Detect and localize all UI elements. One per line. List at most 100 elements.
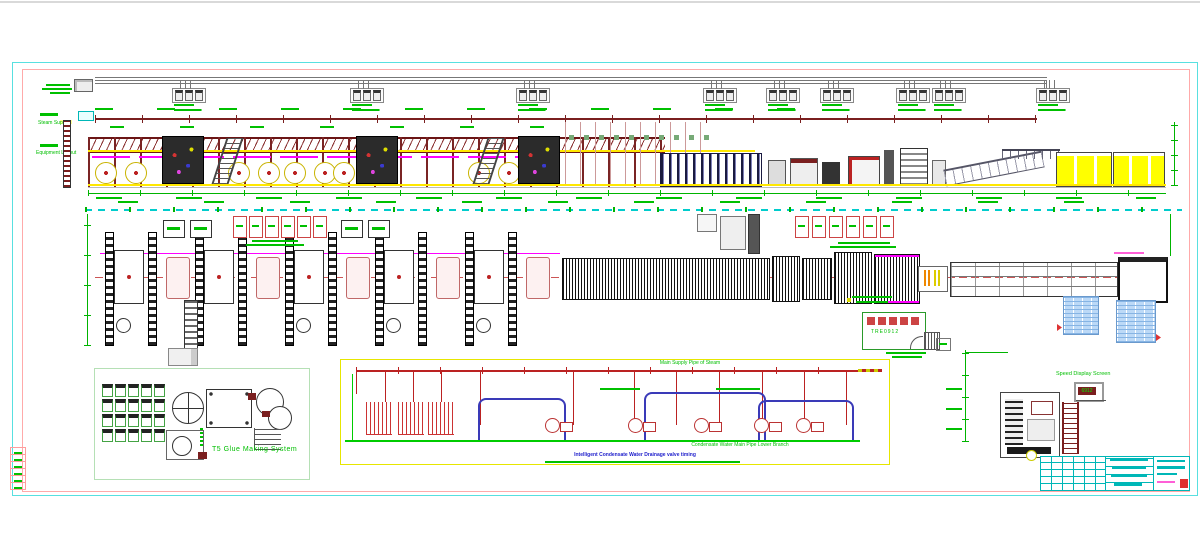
pump-box (560, 422, 573, 432)
control-room-code: TRE0912 (871, 330, 899, 336)
forklift (168, 348, 198, 366)
floor-opening (476, 318, 491, 333)
knife-section (918, 266, 948, 292)
steam-valve-cluster (703, 88, 737, 103)
wall-column (63, 120, 71, 188)
conveyor-end-box (1118, 257, 1168, 303)
stacker-unit (1113, 152, 1165, 187)
machine-block (772, 256, 800, 302)
annotation-greek-band (110, 126, 560, 128)
green-riser (352, 374, 353, 440)
roll-stand-rail (508, 232, 517, 346)
overhead-pipe-bundle (95, 77, 1047, 85)
plan-equipment (720, 216, 746, 250)
speed-screen: 6912 (1074, 382, 1104, 402)
roll-stand-frame (294, 250, 324, 304)
dry-end-machine (848, 156, 880, 186)
glue-system-title: T5 Glue Making System (212, 446, 297, 454)
plan-left-dim-ticks (84, 214, 91, 346)
speed-screen-label: Speed Display Screen (1056, 371, 1110, 377)
roll-stand-frame (114, 250, 144, 304)
roll-stand-rail (328, 232, 337, 346)
mill-roll-stand (228, 162, 280, 186)
takeoff-conveyor (950, 262, 1118, 297)
console-row (867, 317, 921, 325)
steam-valve-cluster (172, 88, 206, 103)
roll-stand-frame (474, 250, 504, 304)
window-top-divider (0, 1, 1200, 3)
roll-buffer (1026, 450, 1037, 461)
title-block-right (1153, 457, 1190, 490)
steam-valve-cluster (516, 88, 550, 103)
radiator-unit (366, 402, 392, 435)
floor-opening (116, 318, 131, 333)
double-backer-elevation (660, 153, 762, 187)
control-cabinet (206, 389, 252, 428)
single-facer-machine (162, 136, 204, 184)
dim-line-horizontal (966, 352, 1008, 353)
glue-feed-column (184, 300, 198, 352)
title-block-rows (1105, 457, 1154, 490)
plan-equipment (748, 214, 760, 254)
dry-end-machine (768, 160, 786, 186)
steam-branch (385, 371, 386, 402)
roll-stand-rail (418, 232, 427, 346)
screen-ladder (1062, 402, 1079, 454)
pump-box (643, 422, 656, 432)
roll-stand-rail (238, 232, 247, 346)
tank-motor (262, 411, 270, 417)
pump (198, 452, 207, 459)
machine-block (802, 258, 832, 300)
pump-box (811, 422, 824, 432)
small-plan-box (936, 338, 951, 351)
steam-main-ticks (356, 367, 860, 374)
speed-screen-panel: 6912 (1078, 387, 1096, 395)
steam-valve-cluster (896, 88, 930, 103)
equipment-tag-box (163, 220, 185, 238)
roll-stand-frame (204, 250, 234, 304)
roll-stand-rail (105, 232, 114, 346)
machine-box (1027, 419, 1055, 441)
dimension-ticks (88, 190, 1166, 196)
steam-main-title: Main Supply Pipe of Steam (620, 361, 760, 367)
condensate-pump (545, 418, 560, 433)
tank-motor (248, 393, 256, 400)
steam-branch (573, 371, 574, 425)
steam-valve-cluster (1036, 88, 1070, 103)
condensate-pump (754, 418, 769, 433)
dimension-greek-row (118, 201, 1118, 203)
tag-box-group (233, 216, 327, 238)
knife-stripe-orange (924, 270, 932, 286)
condensate-loop (644, 392, 766, 442)
revision-table (10, 447, 26, 490)
drain-note: Intelligent Condensate Water Drainage va… (540, 452, 730, 458)
steam-valve-cluster (932, 88, 966, 103)
greek-vertical-note (200, 426, 203, 446)
pump-box (769, 422, 782, 432)
mixing-tank (172, 392, 204, 424)
roll-stand-rail (148, 232, 157, 346)
steam-branch (356, 370, 357, 394)
paper-roll (166, 257, 190, 299)
plan-right-dim (1170, 214, 1171, 256)
steam-valve-cluster (766, 88, 800, 103)
condensate-pump (628, 418, 643, 433)
equipment-tag-box (190, 220, 212, 238)
platform-rail (1002, 149, 1060, 159)
dry-end-machine (822, 162, 840, 184)
dim-ticks-vertical (962, 350, 969, 442)
pallet-stack (1063, 296, 1099, 335)
condensate-branch-label: Condensate Water Main Pipe Lower Branch (660, 443, 820, 449)
control-room: TRE0912 (862, 312, 926, 350)
machine-band (1005, 399, 1023, 445)
equipment-tag-box (341, 220, 363, 238)
condensate-pump (796, 418, 811, 433)
yellow-marker (847, 298, 851, 302)
revision-greek (14, 448, 22, 489)
roll-stand-rail (465, 232, 474, 346)
knife-stripe-yellow (934, 270, 941, 286)
stacker-unit (1056, 152, 1112, 187)
steam-main-yellow-end (858, 369, 882, 372)
pipe-header-panel (74, 79, 93, 92)
single-facer-machine (356, 136, 398, 184)
